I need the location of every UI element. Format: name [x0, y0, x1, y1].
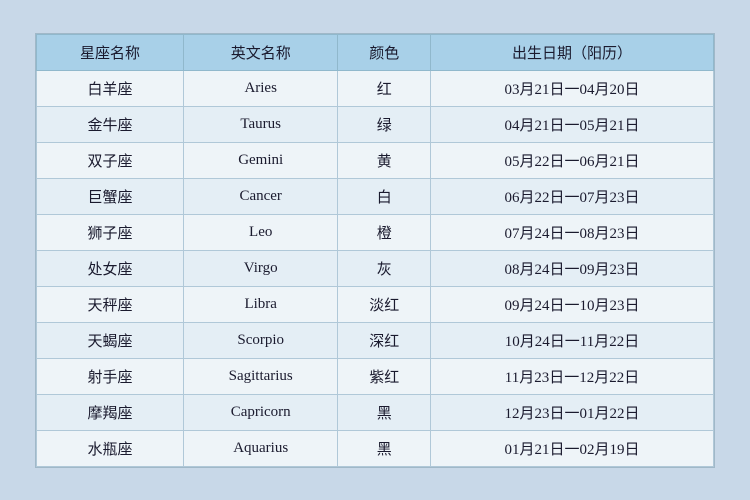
cell-dates: 06月22日一07月23日 [430, 178, 713, 214]
cell-english-name: Gemini [183, 142, 337, 178]
cell-dates: 05月22日一06月21日 [430, 142, 713, 178]
table-row: 天秤座Libra淡红09月24日一10月23日 [37, 286, 714, 322]
header-english-name: 英文名称 [183, 34, 337, 70]
cell-chinese-name: 双子座 [37, 142, 184, 178]
cell-color: 黑 [338, 430, 431, 466]
cell-color: 绿 [338, 106, 431, 142]
cell-color: 白 [338, 178, 431, 214]
cell-chinese-name: 巨蟹座 [37, 178, 184, 214]
table-row: 金牛座Taurus绿04月21日一05月21日 [37, 106, 714, 142]
cell-chinese-name: 金牛座 [37, 106, 184, 142]
cell-color: 紫红 [338, 358, 431, 394]
cell-dates: 11月23日一12月22日 [430, 358, 713, 394]
header-dates: 出生日期（阳历） [430, 34, 713, 70]
zodiac-table: 星座名称 英文名称 颜色 出生日期（阳历） 白羊座Aries红03月21日一04… [36, 34, 714, 467]
cell-dates: 03月21日一04月20日 [430, 70, 713, 106]
table-body: 白羊座Aries红03月21日一04月20日金牛座Taurus绿04月21日一0… [37, 70, 714, 466]
cell-dates: 07月24日一08月23日 [430, 214, 713, 250]
cell-english-name: Scorpio [183, 322, 337, 358]
cell-english-name: Sagittarius [183, 358, 337, 394]
cell-color: 橙 [338, 214, 431, 250]
table-row: 水瓶座Aquarius黑01月21日一02月19日 [37, 430, 714, 466]
table-header-row: 星座名称 英文名称 颜色 出生日期（阳历） [37, 34, 714, 70]
cell-color: 灰 [338, 250, 431, 286]
cell-color: 深红 [338, 322, 431, 358]
zodiac-table-container: 星座名称 英文名称 颜色 出生日期（阳历） 白羊座Aries红03月21日一04… [35, 33, 715, 468]
cell-english-name: Capricorn [183, 394, 337, 430]
table-row: 狮子座Leo橙07月24日一08月23日 [37, 214, 714, 250]
table-row: 双子座Gemini黄05月22日一06月21日 [37, 142, 714, 178]
cell-chinese-name: 狮子座 [37, 214, 184, 250]
cell-english-name: Libra [183, 286, 337, 322]
cell-dates: 04月21日一05月21日 [430, 106, 713, 142]
cell-color: 红 [338, 70, 431, 106]
table-row: 摩羯座Capricorn黑12月23日一01月22日 [37, 394, 714, 430]
cell-color: 黄 [338, 142, 431, 178]
cell-english-name: Aries [183, 70, 337, 106]
cell-chinese-name: 摩羯座 [37, 394, 184, 430]
cell-english-name: Taurus [183, 106, 337, 142]
cell-color: 淡红 [338, 286, 431, 322]
table-row: 射手座Sagittarius紫红11月23日一12月22日 [37, 358, 714, 394]
cell-dates: 01月21日一02月19日 [430, 430, 713, 466]
table-row: 处女座Virgo灰08月24日一09月23日 [37, 250, 714, 286]
cell-chinese-name: 天秤座 [37, 286, 184, 322]
cell-english-name: Cancer [183, 178, 337, 214]
cell-chinese-name: 射手座 [37, 358, 184, 394]
cell-dates: 10月24日一11月22日 [430, 322, 713, 358]
table-row: 巨蟹座Cancer白06月22日一07月23日 [37, 178, 714, 214]
cell-english-name: Virgo [183, 250, 337, 286]
cell-dates: 12月23日一01月22日 [430, 394, 713, 430]
cell-chinese-name: 处女座 [37, 250, 184, 286]
cell-color: 黑 [338, 394, 431, 430]
cell-dates: 09月24日一10月23日 [430, 286, 713, 322]
table-row: 白羊座Aries红03月21日一04月20日 [37, 70, 714, 106]
header-chinese-name: 星座名称 [37, 34, 184, 70]
cell-dates: 08月24日一09月23日 [430, 250, 713, 286]
cell-english-name: Aquarius [183, 430, 337, 466]
cell-chinese-name: 天蝎座 [37, 322, 184, 358]
header-color: 颜色 [338, 34, 431, 70]
cell-chinese-name: 水瓶座 [37, 430, 184, 466]
cell-chinese-name: 白羊座 [37, 70, 184, 106]
table-row: 天蝎座Scorpio深红10月24日一11月22日 [37, 322, 714, 358]
cell-english-name: Leo [183, 214, 337, 250]
